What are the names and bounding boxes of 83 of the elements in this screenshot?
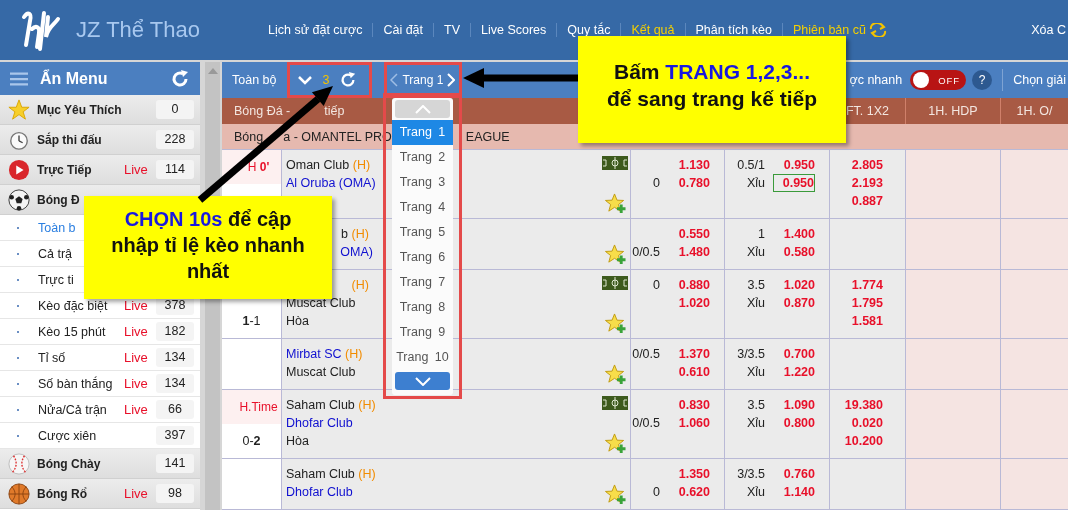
sidebar-item-label: Trực Tiếp	[37, 162, 93, 177]
count-badge: 397	[156, 426, 194, 445]
sidebar-item-label: Sắp thi đấu	[37, 132, 103, 147]
live-label: Live	[124, 350, 148, 365]
handicap-line: 0	[653, 278, 660, 292]
sidebar-item-label: Bóng Rổ	[37, 486, 88, 501]
count-badge: 98	[156, 484, 194, 503]
count-badge: 228	[156, 130, 194, 149]
sidebar-item-label: Bóng Đ	[37, 192, 81, 207]
brand-name: JZ Thể Thao	[76, 17, 201, 43]
sidebar-item-label: Số bàn thắng	[38, 376, 114, 391]
column-title: tiếp	[324, 104, 345, 119]
live-label: Live	[124, 298, 148, 313]
count-badge: 141	[156, 454, 194, 473]
away-team: OMA)	[340, 245, 373, 259]
home-team: b	[341, 227, 348, 241]
total-line: 3.5	[747, 398, 765, 412]
total-line: 3/3.5	[737, 467, 765, 481]
quick-bet-label: ợc nhanh	[849, 73, 903, 87]
handicap-line: 0/0.5	[632, 416, 660, 430]
total-line: Xỉu	[746, 176, 765, 190]
home-marker: (H)	[358, 467, 376, 481]
column-title: 1H. O/	[1016, 104, 1053, 119]
sidebar-item-label: Bóng Chày	[37, 456, 102, 471]
total-line: Xỉu	[746, 485, 765, 499]
home-team: Saham Club	[286, 467, 355, 481]
handicap-line: 0	[653, 485, 660, 499]
count-badge: 0	[156, 100, 194, 119]
annotation-tooltip: Bấm TRANG 1,2,3... để sang trang kế tiếp	[578, 36, 846, 143]
count-badge: 134	[156, 374, 194, 393]
sidebar-item-label: Trực ti	[38, 272, 75, 287]
sidebar-item-label: Kèo đặc biệt	[38, 298, 109, 313]
away-team: Dhofar Club	[286, 416, 353, 430]
column-title: 1H. HDP	[928, 104, 978, 119]
home-team: Oman Club	[286, 158, 350, 172]
column-title: Bóng Đá -	[234, 104, 291, 119]
column-title: FT. 1X2	[845, 104, 890, 119]
away-team: Muscat Club	[286, 365, 356, 379]
match-score: 0-2	[242, 434, 261, 448]
handicap-line: 0/0.5	[632, 245, 660, 259]
league-name: EAGUE	[465, 129, 510, 144]
total-line: Xỉu	[746, 296, 765, 310]
total-line: Xỉu	[746, 365, 765, 379]
handicap-line: 0	[653, 176, 660, 190]
total-line: 3/3.5	[737, 347, 765, 361]
league-name: Bóng	[234, 129, 264, 144]
live-label: Live	[124, 324, 148, 339]
count-badge: 114	[156, 160, 194, 179]
count-badge: 66	[156, 400, 194, 419]
live-label: Live	[124, 376, 148, 391]
live-label: Live	[124, 486, 148, 501]
away-team: Muscat Club	[286, 296, 356, 310]
count-badge: 182	[156, 322, 194, 341]
away-team: Dhofar Club	[286, 485, 353, 499]
sidebar-item-label: Cược xiên	[38, 428, 98, 443]
sidebar-item-label: Mục Yêu Thích	[37, 102, 123, 117]
total-line: Xỉu	[746, 416, 765, 430]
match-time: H 0'	[247, 160, 270, 174]
home-marker: (H)	[351, 227, 369, 241]
sidebar-item-label: Toàn b	[38, 220, 77, 235]
total-line: 3.5	[747, 278, 765, 292]
match-score: 1-1	[242, 314, 261, 328]
match-time: H.Time	[239, 400, 278, 414]
annotation-tooltip: CHỌN 10s để cập nhập tỉ lệ kèo nhanh nhất	[84, 196, 332, 299]
sidebar-item-label: Nửa/Cả trận	[38, 402, 108, 417]
total-line: 1	[758, 227, 765, 241]
total-line: 0.5/1	[737, 158, 765, 172]
total-line: Xỉu	[746, 245, 765, 259]
home-marker: (H)	[358, 398, 376, 412]
live-label: Live	[124, 162, 148, 177]
sidebar-item-label: Kèo 15 phút	[38, 324, 107, 339]
home-marker: (H)	[351, 278, 369, 292]
live-label: Live	[124, 402, 148, 417]
handicap-line: 0/0.5	[632, 347, 660, 361]
home-team: Mirbat SC	[286, 347, 342, 361]
home-team: Saham Club	[286, 398, 355, 412]
away-team: Al Oruba (OMA)	[286, 176, 376, 190]
home-marker: (H)	[352, 158, 371, 172]
sidebar-item-label: Tỉ số	[38, 350, 67, 365]
draw-label: Hòa	[286, 434, 309, 448]
count-badge: 134	[156, 348, 194, 367]
draw-label: Hòa	[286, 314, 309, 328]
home-marker: (H)	[345, 347, 363, 361]
